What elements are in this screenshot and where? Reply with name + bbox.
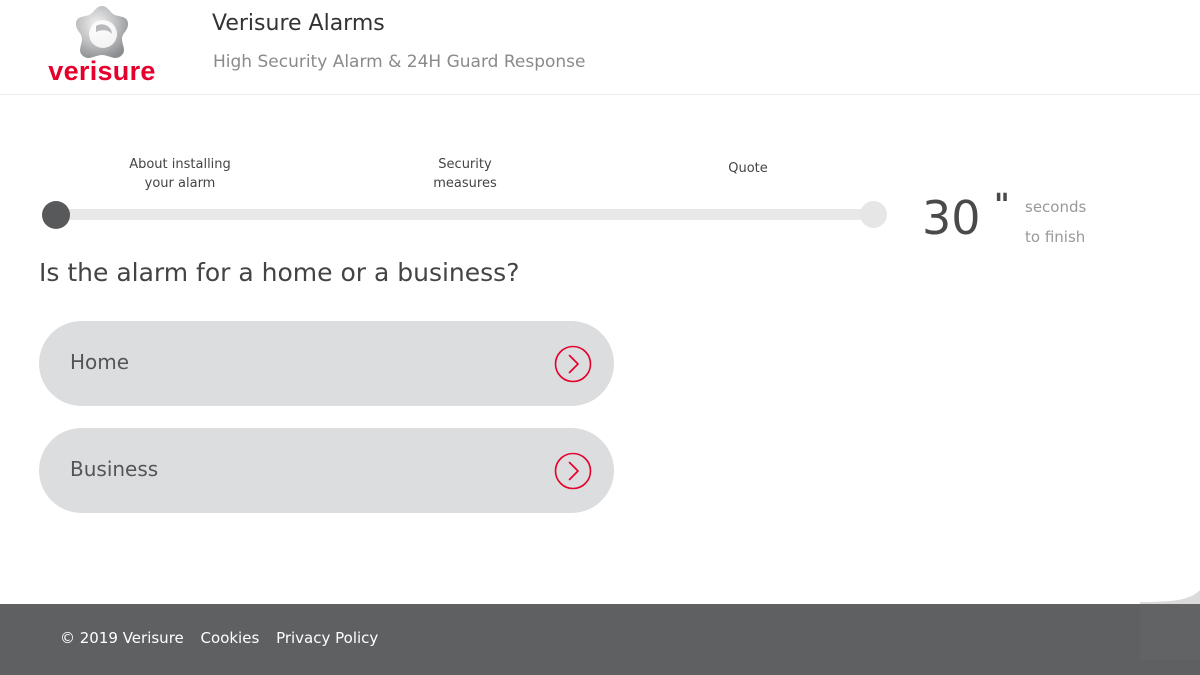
verisure-logo[interactable]: verisure [34,4,168,88]
step-label-installing: About installing your alarm [129,157,231,191]
option-business-button[interactable]: Business [39,428,614,513]
site-header: verisure Verisure Alarms High Security A… [0,0,1200,95]
footer-links: © 2019 Verisure Cookies Privacy Policy [60,629,390,647]
timer-unit-label: seconds to finish [1025,198,1087,246]
progress-end-dot [860,201,887,228]
footer-cookies-link[interactable]: Cookies [201,629,260,647]
chevron-right-circle-icon [554,345,592,383]
question-heading: Is the alarm for a home or a business? [39,258,520,287]
step-label-quote: Quote [728,161,768,176]
step-label-security: Security measures [433,157,497,191]
footer-privacy-link[interactable]: Privacy Policy [276,629,378,647]
option-label: Home [70,350,130,374]
site-footer: © 2019 Verisure Cookies Privacy Policy [0,604,1200,675]
option-label: Business [70,457,159,481]
progress-current-dot [42,201,70,229]
site-title: Verisure Alarms [212,11,385,36]
progress-track [55,209,875,220]
timer-value: 30 [922,191,981,245]
logo-emblem-icon [76,6,128,58]
timer-seconds-mark: " [994,188,1010,223]
site-subtitle: High Security Alarm & 24H Guard Response [213,52,586,72]
chevron-right-circle-icon [554,452,592,490]
corner-widget-edge [1140,590,1200,660]
option-home-button[interactable]: Home [39,321,614,406]
logo-wordmark: verisure [48,56,156,86]
footer-copyright: © 2019 Verisure [60,629,184,647]
